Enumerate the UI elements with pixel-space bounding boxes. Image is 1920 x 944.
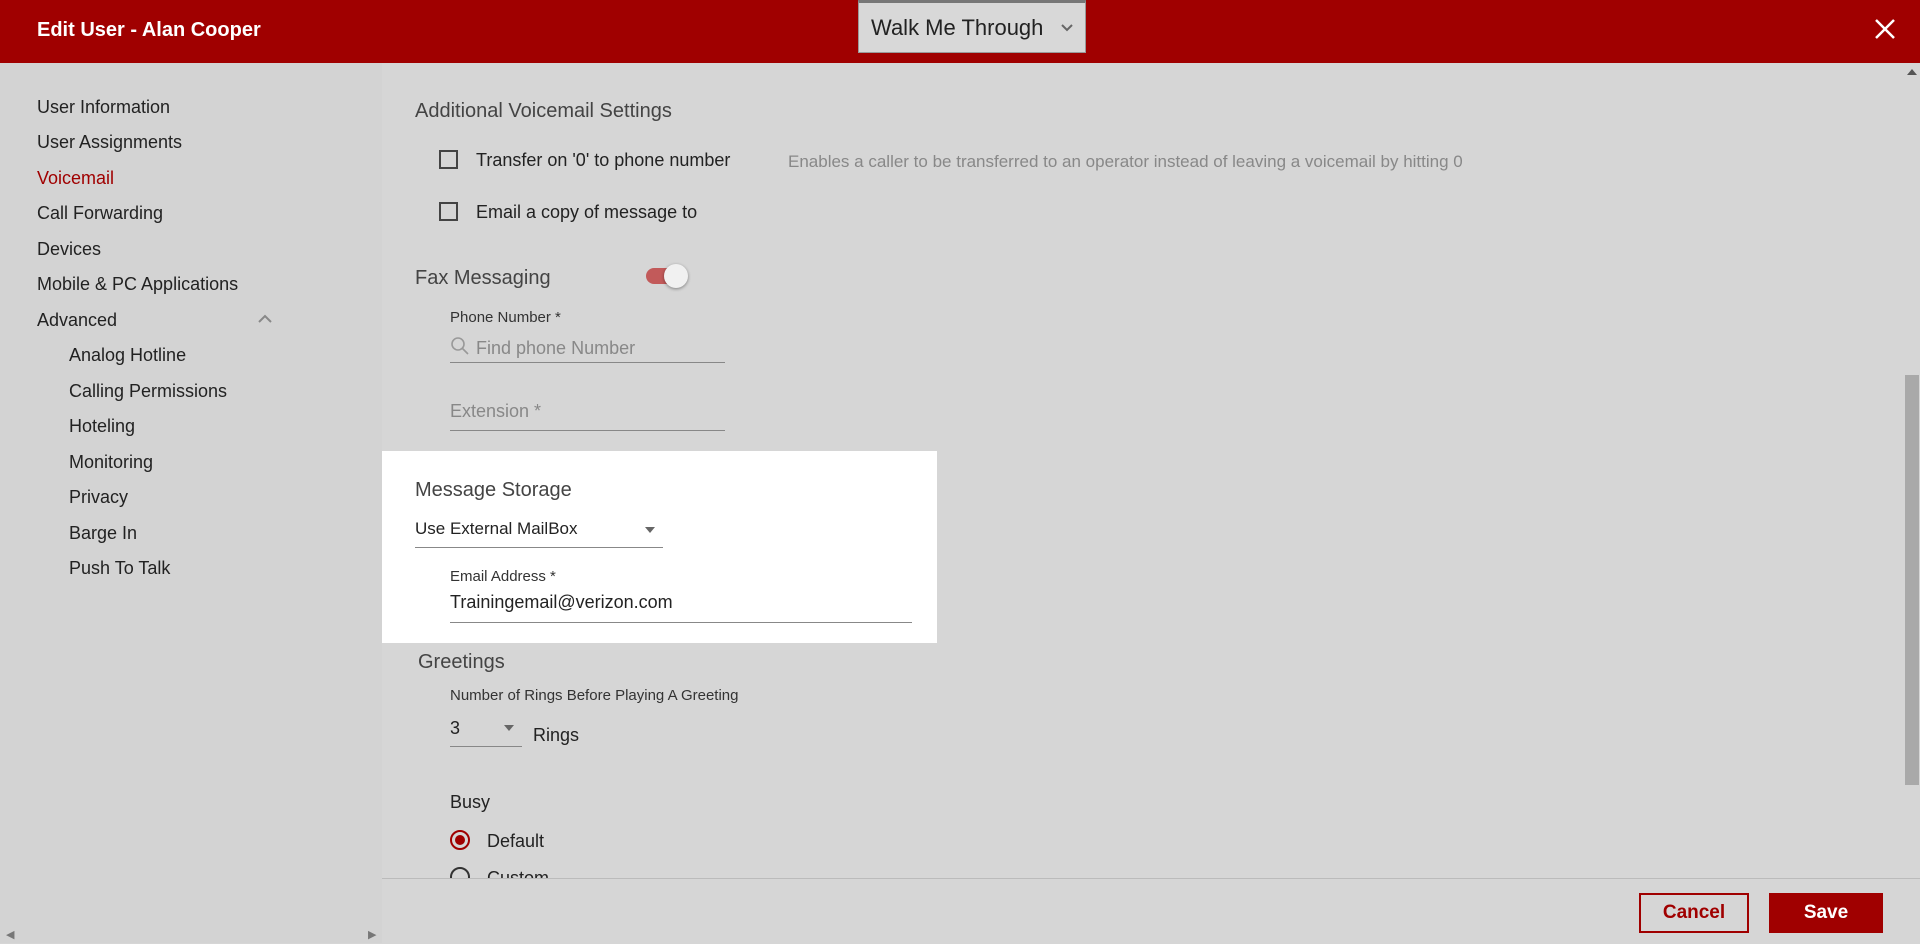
rings-label: Number of Rings Before Playing A Greetin…	[450, 687, 739, 704]
vertical-scrollbar[interactable]	[1903, 63, 1920, 878]
busy-custom-radio[interactable]	[450, 867, 470, 878]
email-copy-label: Email a copy of message to	[476, 202, 698, 222]
busy-default-label: Default	[487, 831, 545, 851]
search-icon	[451, 337, 469, 355]
footer-bar: Cancel Save	[382, 878, 1920, 944]
sidebar-item-push-to-talk[interactable]: Push To Talk	[69, 558, 170, 579]
chevron-up-icon[interactable]	[256, 310, 274, 328]
fax-messaging-title: Fax Messaging	[415, 267, 551, 289]
page-title: Edit User - Alan Cooper	[37, 19, 261, 41]
scroll-right-icon[interactable]: ▶	[368, 928, 376, 941]
voicemail-settings-panel: Additional Voicemail Settings Transfer o…	[382, 63, 1920, 878]
sidebar-item-hoteling[interactable]: Hoteling	[69, 416, 135, 437]
close-icon[interactable]	[1870, 14, 1900, 44]
sidebar: User Information User Assignments Voicem…	[0, 63, 382, 943]
sidebar-item-analog-hotline[interactable]: Analog Hotline	[69, 345, 186, 366]
sidebar-item-voicemail[interactable]: Voicemail	[37, 168, 114, 189]
dropdown-arrow-icon	[645, 527, 655, 533]
message-storage-title: Message Storage	[415, 479, 572, 501]
transfer-checkbox[interactable]	[439, 150, 458, 169]
cancel-button[interactable]: Cancel	[1639, 893, 1749, 933]
dropdown-arrow-icon	[504, 725, 514, 731]
email-copy-checkbox[interactable]	[439, 202, 458, 221]
greetings-title: Greetings	[418, 651, 505, 673]
email-address-value: Trainingemail@verizon.com	[450, 592, 673, 612]
busy-custom-label: Custom	[487, 868, 550, 878]
save-button[interactable]: Save	[1769, 893, 1883, 933]
phone-number-input[interactable]: Find phone Number	[476, 338, 635, 359]
busy-label: Busy	[450, 792, 491, 812]
phone-number-underline	[450, 362, 725, 363]
fax-messaging-toggle[interactable]	[646, 264, 688, 288]
sidebar-item-privacy[interactable]: Privacy	[69, 487, 128, 508]
chevron-down-icon	[1061, 24, 1073, 32]
sidebar-item-user-assignments[interactable]: User Assignments	[37, 132, 182, 153]
scroll-left-icon[interactable]: ◀	[6, 928, 14, 941]
extension-underline	[450, 430, 725, 431]
email-address-input[interactable]: Trainingemail@verizon.com	[450, 592, 912, 623]
transfer-hint: Enables a caller to be transferred to an…	[788, 152, 1463, 171]
walk-me-through-dropdown[interactable]: Walk Me Through	[858, 0, 1086, 53]
rings-suffix: Rings	[533, 725, 580, 745]
sidebar-item-calling-permissions[interactable]: Calling Permissions	[69, 381, 227, 402]
email-address-label: Email Address *	[450, 568, 556, 585]
additional-voicemail-settings-title: Additional Voicemail Settings	[415, 100, 672, 122]
toggle-knob	[664, 264, 688, 288]
message-storage-value: Use External MailBox	[415, 519, 578, 538]
sidebar-item-mobile-pc-applications[interactable]: Mobile & PC Applications	[37, 274, 238, 295]
message-storage-select[interactable]: Use External MailBox	[415, 519, 663, 548]
sidebar-item-monitoring[interactable]: Monitoring	[69, 452, 153, 473]
transfer-label: Transfer on '0' to phone number	[476, 150, 731, 170]
sidebar-item-advanced[interactable]: Advanced	[37, 310, 117, 331]
phone-number-label: Phone Number *	[450, 309, 561, 326]
busy-default-radio[interactable]	[450, 830, 470, 850]
message-storage-card: Message Storage Use External MailBox Ema…	[382, 451, 937, 643]
rings-select[interactable]: 3	[450, 718, 522, 747]
sidebar-item-user-information[interactable]: User Information	[37, 97, 170, 118]
rings-value: 3	[450, 718, 461, 738]
scrollbar-thumb[interactable]	[1905, 375, 1919, 785]
sidebar-item-barge-in[interactable]: Barge In	[69, 523, 137, 544]
scroll-up-icon[interactable]	[1907, 69, 1917, 75]
header-bar: Edit User - Alan Cooper Walk Me Through	[0, 0, 1920, 63]
sidebar-item-devices[interactable]: Devices	[37, 239, 101, 260]
extension-input[interactable]: Extension *	[450, 401, 541, 422]
sidebar-item-call-forwarding[interactable]: Call Forwarding	[37, 203, 163, 224]
walk-me-through-label: Walk Me Through	[871, 14, 1044, 40]
